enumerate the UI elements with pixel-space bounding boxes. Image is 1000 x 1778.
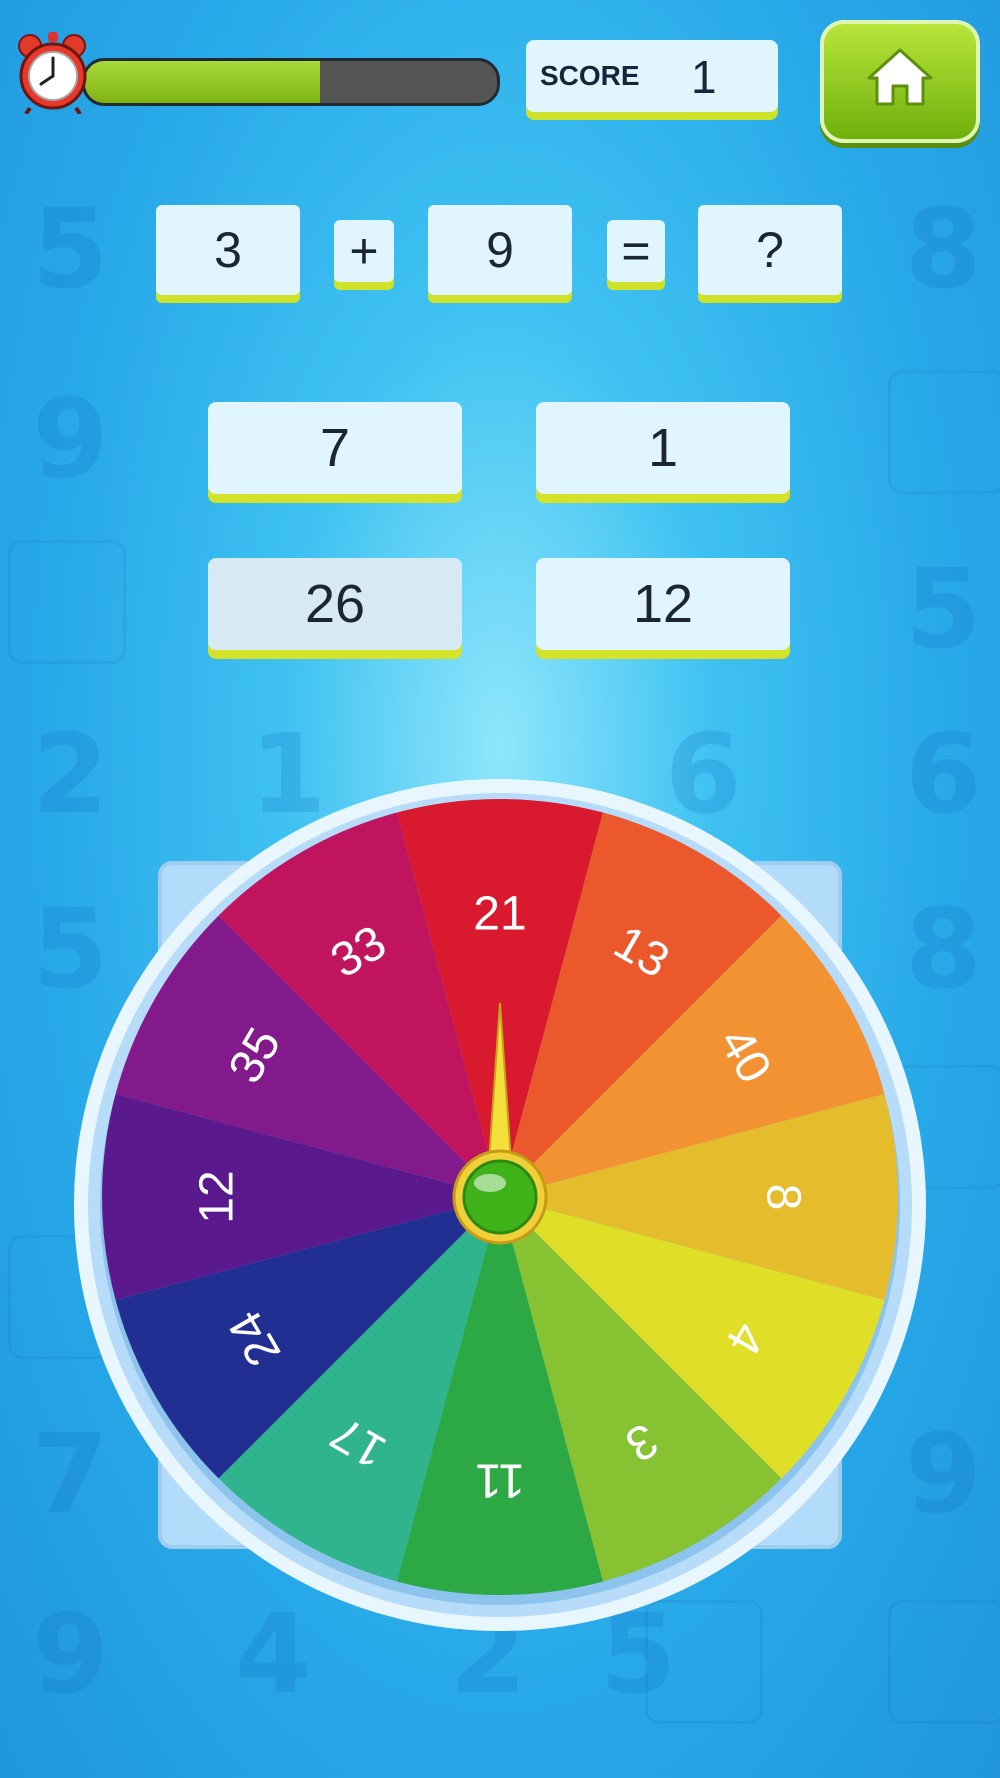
bg-box [888,370,1000,494]
spin-wheel-graphic[interactable]: 211340843111724123533 [60,765,940,1645]
bg-digit: 9 [32,375,109,503]
operator-tile: + [334,220,394,282]
wheel-segment-label: 11 [475,1453,525,1506]
home-button[interactable] [820,20,980,143]
answer-option[interactable]: 12 [536,558,790,650]
answer-option[interactable]: 26 [208,558,462,650]
wheel-segment-label: 12 [191,1170,244,1223]
equals-tile: = [607,220,665,282]
timer [12,28,500,114]
answer-option[interactable]: 7 [208,402,462,494]
bg-digit: 5 [905,545,982,673]
operand-2-tile: 9 [428,205,572,295]
timer-fill [85,61,320,103]
bg-digit: 5 [32,185,109,313]
operand-1-tile: 3 [156,205,300,295]
score-panel: SCORE 1 [526,40,778,112]
wheel-segment-label: 21 [473,888,526,941]
score-label: SCORE [540,60,640,91]
wheel-hub[interactable] [462,1159,538,1235]
hub-highlight [474,1174,506,1192]
timer-bar [82,58,500,106]
alarm-clock-icon [18,32,87,114]
bg-box [8,540,126,664]
result-tile: ? [698,205,842,295]
answer-option[interactable]: 1 [536,402,790,494]
spin-wheel[interactable]: 21 13 40 8 4 3 11 17 24 12 35 33 [60,765,940,1645]
score-value: 1 [691,51,717,103]
bg-digit: 8 [905,185,982,313]
home-icon [867,48,933,106]
wheel-segment-label: 8 [756,1184,809,1211]
